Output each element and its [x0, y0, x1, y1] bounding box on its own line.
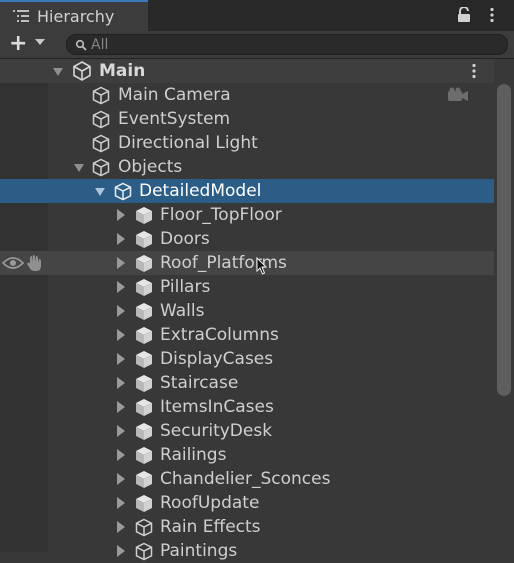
- collapse-arrow-icon[interactable]: [117, 401, 125, 413]
- prefab-icon: [136, 255, 152, 272]
- prefab-icon: [136, 471, 152, 488]
- hierarchy-item-floor-topfloor[interactable]: Floor_TopFloor: [0, 203, 494, 227]
- hierarchy-item-roofupdate[interactable]: RoofUpdate: [0, 491, 494, 515]
- unity-scene-icon: [73, 61, 91, 81]
- hierarchy-item-staircase[interactable]: Staircase: [0, 371, 494, 395]
- item-label: Floor_TopFloor: [160, 205, 282, 225]
- prefab-icon: [136, 327, 152, 344]
- collapse-arrow-icon[interactable]: [117, 425, 125, 437]
- window-options-icon[interactable]: [486, 7, 498, 23]
- prefab-icon: [136, 375, 152, 392]
- hierarchy-item-securitydesk[interactable]: SecurityDesk: [0, 419, 494, 443]
- item-label: DetailedModel: [139, 181, 262, 201]
- search-icon: [75, 39, 87, 51]
- window-tab-bar: Hierarchy: [0, 0, 514, 31]
- prefab-icon: [136, 399, 152, 416]
- scene-name: Main: [99, 61, 146, 81]
- item-label: SecurityDesk: [160, 421, 273, 441]
- collapse-arrow-icon[interactable]: [117, 449, 125, 461]
- hierarchy-item-doors[interactable]: Doors: [0, 227, 494, 251]
- item-label: Rain Effects: [160, 517, 261, 537]
- pickable-hand-icon[interactable]: [26, 254, 46, 272]
- prefab-icon: [136, 495, 152, 512]
- item-label: Staircase: [160, 373, 239, 393]
- collapse-arrow-icon[interactable]: [117, 233, 125, 245]
- collapse-arrow-icon[interactable]: [117, 305, 125, 317]
- prefab-icon: [136, 279, 152, 296]
- hierarchy-item-detailedmodel[interactable]: DetailedModel: [0, 179, 494, 203]
- gameobject-outline-icon: [92, 110, 110, 129]
- search-field[interactable]: [66, 34, 508, 55]
- item-label: Main Camera: [118, 85, 231, 105]
- hierarchy-item-roof-platforms[interactable]: Roof_Platforms: [0, 251, 494, 275]
- expand-arrow-icon[interactable]: [95, 188, 105, 196]
- hierarchy-item-paintings[interactable]: Paintings: [0, 539, 494, 563]
- gameobject-outline-icon: [92, 134, 110, 153]
- prefab-icon: [136, 303, 152, 320]
- scrollbar-thumb[interactable]: [497, 84, 511, 396]
- item-label: Objects: [118, 157, 183, 177]
- prefab-icon: [136, 423, 152, 440]
- collapse-arrow-icon[interactable]: [117, 329, 125, 341]
- gameobject-outline-icon: [92, 86, 110, 105]
- hierarchy-item-directional-light[interactable]: Directional Light: [0, 131, 494, 155]
- scene-row-main[interactable]: Main: [0, 59, 494, 83]
- hierarchy-item-extracolumns[interactable]: ExtraColumns: [0, 323, 494, 347]
- collapse-arrow-icon[interactable]: [117, 209, 125, 221]
- hierarchy-tab[interactable]: Hierarchy: [0, 0, 148, 31]
- collapse-arrow-icon[interactable]: [117, 257, 125, 269]
- item-label: RoofUpdate: [160, 493, 260, 513]
- gameobject-outline-icon: [114, 182, 132, 201]
- hierarchy-item-chandelier-sconces[interactable]: Chandelier_Sconces: [0, 467, 494, 491]
- lock-icon[interactable]: [457, 7, 471, 23]
- item-label: Chandelier_Sconces: [160, 469, 331, 489]
- hierarchy-item-main-camera[interactable]: Main Camera: [0, 83, 494, 107]
- add-button[interactable]: +: [9, 33, 27, 55]
- item-label: Directional Light: [118, 133, 258, 153]
- collapse-arrow-icon[interactable]: [117, 353, 125, 365]
- hierarchy-item-walls[interactable]: Walls: [0, 299, 494, 323]
- item-label: Paintings: [160, 541, 238, 561]
- hierarchy-item-railings[interactable]: Railings: [0, 443, 494, 467]
- item-label: EventSystem: [118, 109, 231, 129]
- item-label: Railings: [160, 445, 227, 465]
- hierarchy-item-itemsincases[interactable]: ItemsInCases: [0, 395, 494, 419]
- prefab-icon: [136, 231, 152, 248]
- item-label: DisplayCases: [160, 349, 274, 369]
- prefab-icon: [136, 351, 152, 368]
- hierarchy-item-pillars[interactable]: Pillars: [0, 275, 494, 299]
- item-label: Pillars: [160, 277, 211, 297]
- prefab-icon: [136, 447, 152, 464]
- hierarchy-item-eventsystem[interactable]: EventSystem: [0, 107, 494, 131]
- collapse-arrow-icon[interactable]: [117, 473, 125, 485]
- collapse-arrow-icon[interactable]: [117, 497, 125, 509]
- hierarchy-item-rain-effects[interactable]: Rain Effects: [0, 515, 494, 539]
- hierarchy-toolbar: +: [0, 31, 514, 59]
- visibility-eye-icon[interactable]: [2, 256, 24, 270]
- collapse-arrow-icon[interactable]: [117, 545, 125, 557]
- search-input[interactable]: [91, 35, 491, 54]
- item-label: ExtraColumns: [160, 325, 279, 345]
- prefab-icon: [136, 207, 152, 224]
- item-label: Walls: [160, 301, 205, 321]
- camera-gizmo-icon[interactable]: [446, 87, 470, 103]
- item-label: ItemsInCases: [160, 397, 274, 417]
- add-dropdown-caret-icon[interactable]: [35, 39, 45, 45]
- scene-options-icon[interactable]: [468, 63, 480, 79]
- collapse-arrow-icon[interactable]: [117, 281, 125, 293]
- gameobject-outline-icon: [92, 158, 110, 177]
- hierarchy-item-objects[interactable]: Objects: [0, 155, 494, 179]
- expand-arrow-icon[interactable]: [53, 68, 63, 76]
- collapse-arrow-icon[interactable]: [117, 521, 125, 533]
- list-menu-icon: [13, 10, 29, 22]
- expand-arrow-icon[interactable]: [74, 164, 84, 172]
- gameobject-outline-icon: [135, 518, 153, 537]
- collapse-arrow-icon[interactable]: [117, 377, 125, 389]
- tab-title: Hierarchy: [37, 7, 115, 26]
- item-label: Doors: [160, 229, 210, 249]
- mouse-cursor-icon: [256, 257, 268, 275]
- hierarchy-item-displaycases[interactable]: DisplayCases: [0, 347, 494, 371]
